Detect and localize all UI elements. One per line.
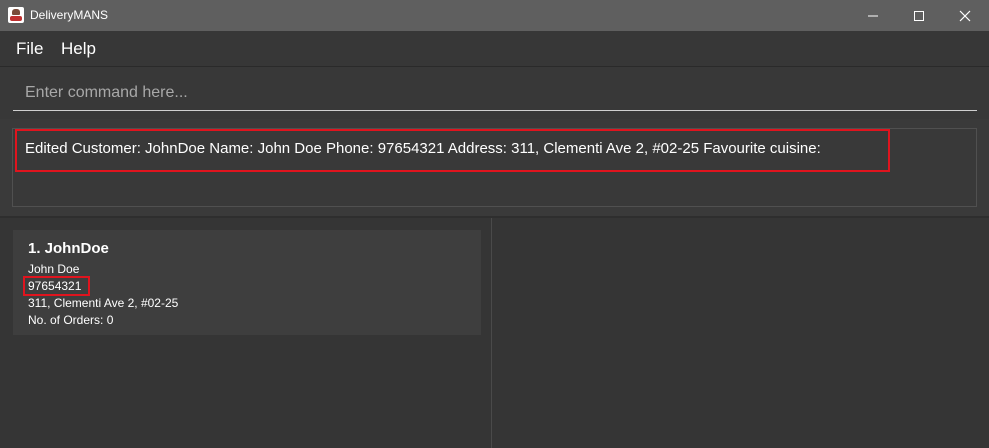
app-icon bbox=[8, 7, 24, 23]
minimize-icon bbox=[868, 15, 878, 16]
menu-bar: File Help bbox=[0, 31, 989, 67]
title-bar: DeliveryMANS bbox=[0, 0, 989, 31]
maximize-icon bbox=[914, 10, 924, 21]
window-title: DeliveryMANS bbox=[30, 8, 109, 22]
customer-name: John Doe bbox=[28, 262, 80, 276]
result-text: Edited Customer: JohnDoe Name: John Doe … bbox=[25, 140, 821, 157]
customer-orders: No. of Orders: 0 bbox=[28, 313, 114, 327]
command-input[interactable] bbox=[13, 76, 977, 111]
minimize-button[interactable] bbox=[850, 0, 896, 31]
maximize-button[interactable] bbox=[896, 0, 942, 31]
customer-address: 311, Clementi Ave 2, #02-25 bbox=[28, 296, 179, 310]
customer-card-title: 1. JohnDoe bbox=[28, 240, 109, 257]
menu-help[interactable]: Help bbox=[61, 39, 96, 59]
detail-panel bbox=[492, 218, 989, 448]
close-icon bbox=[959, 10, 971, 21]
menu-file[interactable]: File bbox=[16, 39, 43, 59]
close-button[interactable] bbox=[942, 0, 988, 31]
phone-highlight-box bbox=[23, 276, 90, 296]
